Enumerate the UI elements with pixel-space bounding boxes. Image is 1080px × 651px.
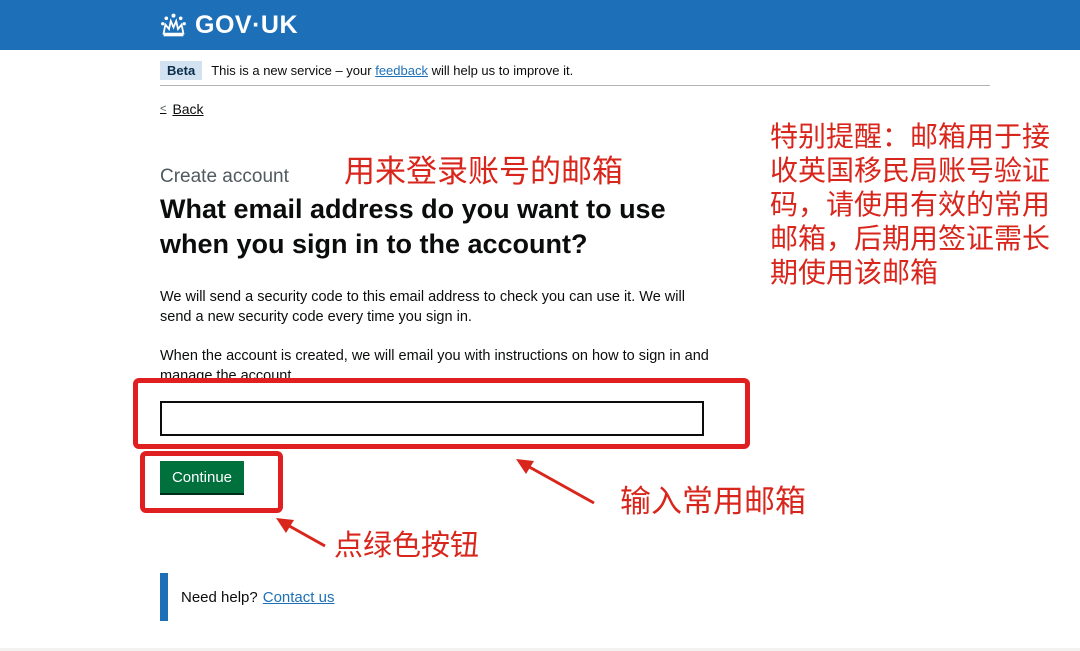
chevron-left-icon: < <box>160 103 167 115</box>
feedback-link[interactable]: feedback <box>375 63 428 78</box>
phase-banner: Beta This is a new service – your feedba… <box>160 56 990 86</box>
annotation-login-email: 用来登录账号的邮箱 <box>344 154 623 190</box>
annotation-click-button: 点绿色按钮 <box>334 528 480 562</box>
phase-tag: Beta <box>160 61 203 80</box>
phase-text-after: will help us to improve it. <box>427 63 574 78</box>
help-panel: Need help? Contact us <box>160 573 334 621</box>
security-code-paragraph: We will send a security code to this ema… <box>160 289 685 325</box>
annotation-special-note: 特别提醒：邮箱用于接收英国移民局账号验证码，请使用有效的常用邮箱，后期用签证需长… <box>770 120 1051 289</box>
contact-us-link[interactable]: Contact us <box>263 589 335 606</box>
annotation-arrow-button <box>276 518 326 548</box>
back-link-label: Back <box>172 101 204 117</box>
annotation-arrow-input <box>516 459 595 505</box>
page: GOV·UK Beta This is a new service – your… <box>0 0 1080 651</box>
site-header: GOV·UK <box>0 0 1080 50</box>
annotation-input-highlight <box>133 378 750 449</box>
annotation-enter-email: 输入常用邮箱 <box>620 484 806 520</box>
back-link[interactable]: < Back <box>160 100 204 118</box>
page-title: What email address do you want to use wh… <box>160 194 666 259</box>
page-caption: Create account <box>160 166 289 187</box>
crown-icon <box>161 13 186 36</box>
phase-banner-text: This is a new service – your feedback wi… <box>211 63 573 78</box>
phase-text-before: This is a new service – your <box>211 63 376 78</box>
govuk-home-link[interactable]: GOV·UK <box>160 10 298 40</box>
govuk-logotype: GOV·UK <box>195 11 298 39</box>
help-text: Need help? <box>181 588 258 606</box>
annotation-button-highlight <box>140 451 283 513</box>
